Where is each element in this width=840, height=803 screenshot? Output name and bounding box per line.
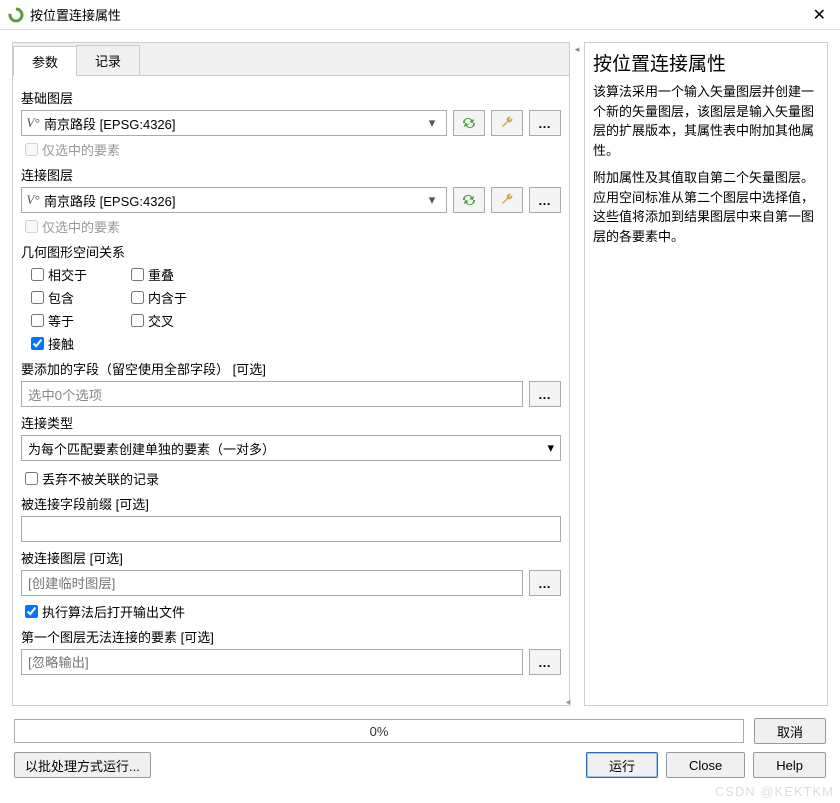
discard-unmatched[interactable]: 丢弃不被关联的记录 [21, 469, 561, 488]
app-logo-icon [8, 7, 24, 23]
chevron-down-icon: ▾ [547, 440, 554, 456]
close-icon[interactable]: ✕ [807, 5, 832, 25]
join-type-label: 连接类型 [21, 413, 561, 432]
join-selected-only-checkbox [25, 220, 38, 233]
open-output-check[interactable]: 执行算法后打开输出文件 [21, 602, 561, 621]
cancel-button[interactable]: 取消 [754, 718, 826, 744]
predicate-within[interactable]: 内含于 [127, 288, 207, 307]
base-layer-value: 南京路段 [EPSG:4326] [40, 114, 422, 133]
chevron-down-icon: ▾ [422, 192, 442, 208]
join-selected-only-row: 仅选中的要素 [21, 217, 561, 236]
predicate-overlap[interactable]: 重叠 [127, 265, 207, 284]
splitter-arrow-icon: ◂ [564, 700, 572, 706]
options-button[interactable] [491, 110, 523, 136]
base-selected-only-row: 仅选中的要素 [21, 140, 561, 159]
unjoinable-output[interactable] [21, 649, 523, 675]
iterate-button[interactable] [453, 187, 485, 213]
predicate-intersect[interactable]: 相交于 [27, 265, 107, 284]
predicate-touch[interactable]: 接触 [27, 334, 107, 353]
prefix-label: 被连接字段前缀 [可选] [21, 494, 561, 513]
help-panel: 按位置连接属性 该算法采用一个输入矢量图层并创建一个新的矢量图层，该图层是输入矢… [584, 42, 828, 706]
run-button[interactable]: 运行 [586, 752, 658, 778]
join-type-value: 为每个匹配要素创建单独的要素（一对多） [28, 439, 275, 458]
joined-layer-label: 被连接图层 [可选] [21, 548, 561, 567]
help-title: 按位置连接属性 [593, 49, 819, 76]
splitter-handle[interactable]: ◂ [574, 42, 580, 706]
base-selected-only-checkbox [25, 143, 38, 156]
line-layer-icon: V° [26, 115, 40, 131]
help-paragraph-2: 附加属性及其值取自第二个矢量图层。应用空间标准从第二个图层中选择值，这些值将添加… [593, 168, 819, 246]
progress-bar: 0% [14, 719, 744, 743]
join-selected-only-label: 仅选中的要素 [42, 217, 120, 236]
browse-button[interactable]: … [529, 110, 561, 136]
predicate-equal[interactable]: 等于 [27, 311, 107, 330]
wrench-icon [499, 192, 515, 208]
fields-browse-button[interactable]: … [529, 381, 561, 407]
joined-layer-browse-button[interactable]: … [529, 570, 561, 596]
line-layer-icon: V° [26, 192, 40, 208]
close-button[interactable]: Close [666, 752, 745, 778]
base-layer-label: 基础图层 [21, 88, 561, 107]
join-layer-value: 南京路段 [EPSG:4326] [40, 191, 422, 210]
tab-bar: 参数 记录 [13, 43, 569, 76]
refresh-icon [460, 115, 478, 131]
join-layer-label: 连接图层 [21, 165, 561, 184]
wrench-icon [499, 115, 515, 131]
unjoinable-label: 第一个图层无法连接的要素 [可选] [21, 627, 561, 646]
tab-params[interactable]: 参数 [13, 46, 77, 76]
join-type-combo[interactable]: 为每个匹配要素创建单独的要素（一对多） ▾ [21, 435, 561, 461]
options-button[interactable] [491, 187, 523, 213]
joined-layer-output[interactable] [21, 570, 523, 596]
join-layer-combo[interactable]: V° 南京路段 [EPSG:4326] ▾ [21, 187, 447, 213]
iterate-button[interactable] [453, 110, 485, 136]
help-paragraph-1: 该算法采用一个输入矢量图层并创建一个新的矢量图层，该图层是输入矢量图层的扩展版本… [593, 82, 819, 160]
prefix-input[interactable] [21, 516, 561, 542]
base-selected-only-label: 仅选中的要素 [42, 140, 120, 159]
chevron-down-icon: ▾ [422, 115, 442, 131]
help-button[interactable]: Help [753, 752, 826, 778]
tab-log[interactable]: 记录 [76, 45, 140, 75]
browse-button[interactable]: … [529, 187, 561, 213]
base-layer-combo[interactable]: V° 南京路段 [EPSG:4326] ▾ [21, 110, 447, 136]
geom-predicate-label: 几何图形空间关系 [21, 242, 561, 261]
window-title: 按位置连接属性 [30, 5, 807, 24]
watermark: CSDN @KEKTKM [715, 784, 834, 799]
parameters-panel: 参数 记录 基础图层 V° 南京路段 [EPSG:4326] ▾ … [12, 42, 570, 706]
predicate-cross[interactable]: 交叉 [127, 311, 207, 330]
fields-label: 要添加的字段（留空使用全部字段） [可选] [21, 359, 561, 378]
fields-display[interactable] [21, 381, 523, 407]
predicate-contain[interactable]: 包含 [27, 288, 107, 307]
batch-button[interactable]: 以批处理方式运行... [14, 752, 151, 778]
progress-text: 0% [370, 724, 389, 739]
refresh-icon [460, 192, 478, 208]
splitter-arrow-icon: ◂ [575, 44, 580, 55]
unjoinable-browse-button[interactable]: … [529, 649, 561, 675]
title-bar: 按位置连接属性 ✕ [0, 0, 840, 30]
